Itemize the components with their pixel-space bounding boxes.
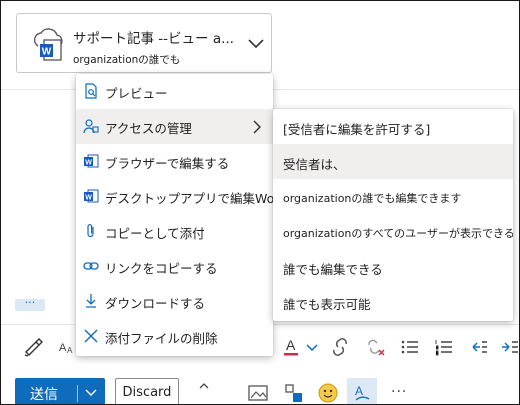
editor-button[interactable]: A: [347, 378, 377, 404]
emoji-icon[interactable]: [317, 382, 339, 404]
submenu-item-label: [受信者に編集を許可する]: [283, 122, 431, 137]
send-divider: [77, 385, 78, 402]
menu-item-label: コピーとして添付: [105, 226, 205, 241]
menu-item-label: 添付ファイルの削除: [105, 331, 218, 346]
svg-text:A: A: [286, 337, 296, 353]
send-button[interactable]: 送信: [15, 378, 105, 404]
font-color-icon[interactable]: A: [281, 334, 301, 360]
chevron-down-icon[interactable]: [305, 334, 319, 360]
menu-item-label: リンクをコピーする: [105, 261, 218, 276]
insert-picture-icon[interactable]: [247, 383, 269, 403]
show-more-button[interactable]: ···: [15, 297, 45, 311]
submenu-item-label: 誰でも表示可能: [283, 297, 371, 312]
attachment-context-menu: プレビュー アクセスの管理 W ブラウザーで編集する W デスクトップアプリで編…: [76, 74, 287, 356]
chevron-up-icon[interactable]: [197, 381, 211, 391]
discard-button[interactable]: Discard: [115, 378, 179, 404]
menu-item-remove-attachment[interactable]: 添付ファイルの削除: [76, 319, 273, 354]
remove-link-icon[interactable]: [365, 334, 387, 360]
submenu-header-allow-edit: [受信者に編集を許可する]: [273, 109, 513, 144]
attachment-sharing-status: organizationの誰でも: [73, 54, 181, 66]
chevron-right-icon: [253, 120, 261, 134]
submenu-item-recipients[interactable]: 受信者は、: [273, 144, 513, 179]
word-cloud-file-icon: W: [33, 28, 63, 61]
menu-item-copy-link[interactable]: リンクをコピーする: [76, 249, 273, 284]
editor-pen-icon: A: [355, 384, 370, 401]
preview-icon: [85, 83, 97, 99]
menu-item-edit-in-browser[interactable]: W ブラウザーで編集する: [76, 144, 273, 179]
menu-item-attach-as-copy[interactable]: コピーとして添付: [76, 214, 273, 249]
submenu-item-anyone-view[interactable]: 誰でも表示可能: [273, 284, 513, 319]
link-icon: [83, 262, 99, 270]
download-icon: [86, 294, 96, 308]
menu-item-label: ブラウザーで編集する: [105, 156, 230, 171]
svg-text:A: A: [355, 384, 363, 398]
menu-item-manage-access[interactable]: アクセスの管理: [76, 109, 273, 144]
submenu-item-label: 誰でも編集できる: [283, 262, 383, 277]
bulleted-list-icon[interactable]: [399, 334, 421, 360]
font-size-icon[interactable]: A A: [57, 334, 77, 360]
word-icon: W: [84, 154, 99, 168]
numbered-list-icon[interactable]: [433, 334, 455, 360]
menu-item-edit-in-desktop[interactable]: W デスクトップアプリで編集Word: [76, 179, 287, 214]
svg-text:W: W: [42, 47, 52, 58]
menu-item-label: プレビュー: [105, 86, 168, 101]
menu-item-download[interactable]: ダウンロードする: [76, 284, 273, 319]
menu-item-label: ダウンロードする: [105, 296, 206, 311]
send-button-label: 送信: [30, 387, 58, 403]
svg-text:A: A: [67, 346, 73, 355]
apps-icon[interactable]: [283, 382, 305, 404]
menu-item-preview[interactable]: プレビュー: [76, 74, 273, 109]
submenu-item-anyone-edit[interactable]: 誰でも編集できる: [273, 249, 513, 284]
submenu-item-org-edit[interactable]: organizationの誰でも編集できます: [273, 179, 513, 214]
submenu-item-label: organizationのすべてのユーザーが表示できる: [283, 227, 515, 240]
more-options-icon[interactable]: ···: [391, 384, 407, 400]
menu-item-label: デスクトップアプリで編集Word: [105, 191, 288, 206]
chevron-down-icon[interactable]: [247, 38, 265, 50]
increase-indent-icon[interactable]: [499, 334, 519, 360]
submenu-item-label: organizationの誰でも編集できます: [283, 192, 462, 205]
svg-text:A: A: [59, 342, 67, 354]
submenu-item-org-view[interactable]: organizationのすべてのユーザーが表示できる: [273, 214, 515, 249]
decrease-indent-icon[interactable]: [467, 334, 489, 360]
svg-text:W: W: [85, 160, 92, 167]
attachment-card[interactable]: W サポート記事 --ビュー a... organizationの誰でも: [16, 13, 272, 73]
submenu-item-label: 受信者は、: [283, 157, 346, 172]
manage-access-icon: [83, 119, 99, 134]
word-icon: W: [84, 189, 99, 203]
svg-text:W: W: [85, 195, 92, 202]
paperclip-icon: [87, 224, 94, 238]
attachment-file-name: サポート記事 --ビュー a...: [73, 31, 234, 47]
menu-item-label: アクセスの管理: [105, 121, 192, 136]
close-icon: [84, 329, 98, 343]
format-painter-icon[interactable]: [21, 334, 45, 360]
chevron-down-icon[interactable]: [85, 388, 97, 398]
compose-window: W サポート記事 --ビュー a... organizationの誰でも ···…: [0, 0, 520, 405]
manage-access-submenu: [受信者に編集を許可する] 受信者は、 organizationの誰でも編集でき…: [273, 109, 515, 321]
insert-link-icon[interactable]: [329, 334, 351, 360]
